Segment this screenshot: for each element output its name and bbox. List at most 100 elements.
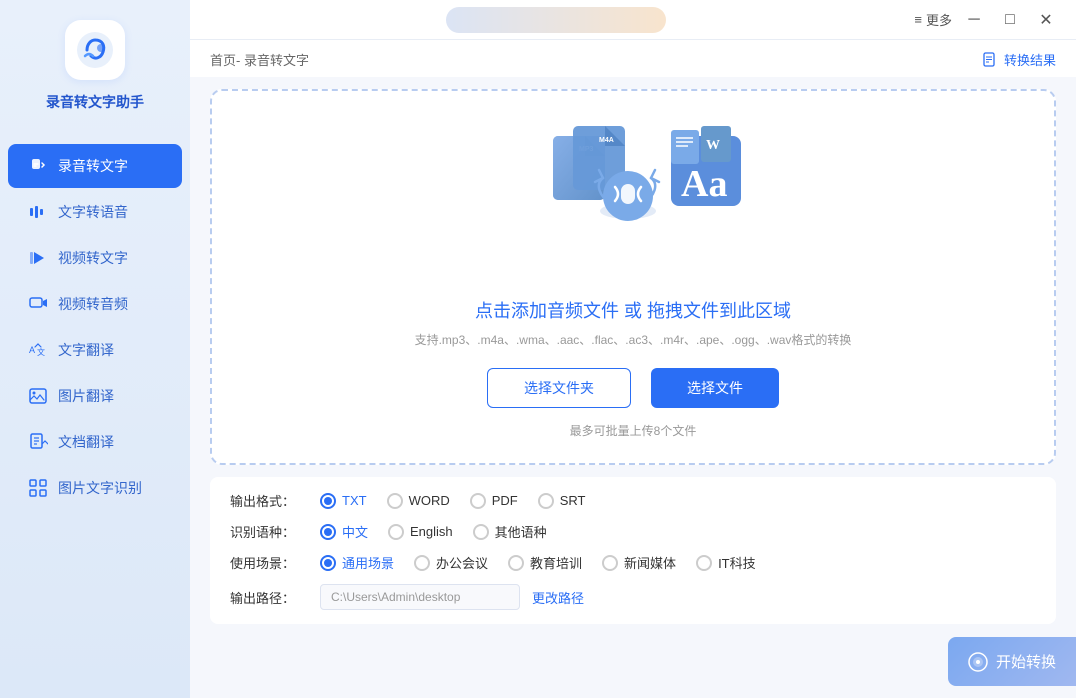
promo-area (206, 7, 906, 33)
format-txt-radio[interactable] (320, 493, 336, 509)
svg-text:A: A (29, 345, 35, 355)
breadcrumb-row: 首页- 录音转文字 转换结果 (190, 40, 1076, 77)
change-path-link[interactable]: 更改路径 (532, 588, 584, 607)
settings-panel: 输出格式： TXT WORD PDF (210, 477, 1056, 624)
text-translate-icon: A 文 (28, 340, 48, 360)
scene-meeting[interactable]: 办公会议 (414, 553, 488, 572)
sidebar-label-doc-translate: 文档翻译 (58, 432, 114, 452)
image-ocr-icon (28, 478, 48, 498)
language-row: 识别语种： 中文 English 其他语种 (230, 522, 1036, 541)
drop-zone-subtitle: 支持.mp3、.m4a、.wma、.aac、.flac、.ac3、.m4r、.a… (415, 331, 852, 348)
audio-to-text-icon (28, 156, 48, 176)
scene-it-radio[interactable] (696, 555, 712, 571)
output-path-label: 输出路径： (230, 588, 300, 607)
start-icon (968, 652, 988, 672)
image-translate-icon (28, 386, 48, 406)
close-button[interactable]: ✕ (1032, 6, 1060, 34)
breadcrumb: 首页- 录音转文字 (210, 50, 309, 69)
output-path-row: 输出路径： 更改路径 (230, 584, 1036, 610)
sidebar-nav: 录音转文字 文字转语音 视频转文字 (0, 142, 190, 512)
sidebar-item-text-translate[interactable]: A 文 文字翻译 (8, 328, 182, 372)
scene-news-radio[interactable] (602, 555, 618, 571)
video-to-audio-icon (28, 294, 48, 314)
lang-other[interactable]: 其他语种 (473, 522, 547, 541)
sidebar-label-video-to-text: 视频转文字 (58, 248, 128, 268)
path-row: 更改路径 (320, 584, 584, 610)
menu-icon: ≡ (914, 12, 922, 27)
sidebar-label-text-to-audio: 文字转语音 (58, 202, 128, 222)
lang-en[interactable]: English (388, 524, 453, 540)
sidebar-item-video-to-text[interactable]: 视频转文字 (8, 236, 182, 280)
format-pdf[interactable]: PDF (470, 493, 518, 509)
scene-it-label: IT科技 (718, 553, 756, 572)
path-input[interactable] (320, 584, 520, 610)
lang-zh[interactable]: 中文 (320, 522, 368, 541)
svg-text:文: 文 (37, 347, 45, 357)
format-pdf-label: PDF (492, 493, 518, 508)
drop-zone[interactable]: MP3 M4A (210, 89, 1056, 465)
drop-zone-buttons: 选择文件夹 选择文件 (487, 368, 779, 408)
language-group: 中文 English 其他语种 (320, 522, 547, 541)
lang-zh-radio[interactable] (320, 524, 336, 540)
video-to-text-icon (28, 248, 48, 268)
sidebar-label-image-translate: 图片翻译 (58, 386, 114, 406)
output-format-label: 输出格式： (230, 491, 300, 510)
scene-meeting-label: 办公会议 (436, 553, 488, 572)
drop-zone-title: 点击添加音频文件 或 拖拽文件到此区域 (475, 297, 791, 323)
sidebar-label-audio-to-text: 录音转文字 (58, 156, 128, 176)
select-file-button[interactable]: 选择文件 (651, 368, 779, 408)
scene-it[interactable]: IT科技 (696, 553, 756, 572)
more-button[interactable]: ≡ 更多 (914, 10, 952, 29)
scene-row: 使用场景： 通用场景 办公会议 教育培训 (230, 553, 1036, 572)
format-srt-label: SRT (560, 493, 586, 508)
start-btn-wrapper: 开始转换 (948, 637, 1076, 686)
svg-text:M4A: M4A (599, 137, 614, 144)
scene-education-radio[interactable] (508, 555, 524, 571)
sidebar: 录音转文字助手 录音转文字 文字转语音 (0, 0, 190, 698)
sidebar-label-text-translate: 文字翻译 (58, 340, 114, 360)
main-area: ≡ 更多 ─ □ ✕ 首页- 录音转文字 转换结果 (190, 0, 1076, 698)
sidebar-item-doc-translate[interactable]: 文档翻译 (8, 420, 182, 464)
sidebar-item-text-to-audio[interactable]: 文字转语音 (8, 190, 182, 234)
lang-en-label: English (410, 524, 453, 539)
output-format-group: TXT WORD PDF SRT (320, 493, 586, 509)
format-word-radio[interactable] (387, 493, 403, 509)
sidebar-item-audio-to-text[interactable]: 录音转文字 (8, 144, 182, 188)
format-pdf-radio[interactable] (470, 493, 486, 509)
scene-general-radio[interactable] (320, 555, 336, 571)
sidebar-item-image-translate[interactable]: 图片翻译 (8, 374, 182, 418)
lang-other-radio[interactable] (473, 524, 489, 540)
scene-education-label: 教育培训 (530, 553, 582, 572)
scene-general[interactable]: 通用场景 (320, 553, 394, 572)
format-txt-label: TXT (342, 493, 367, 508)
lang-zh-label: 中文 (342, 522, 368, 541)
sidebar-item-image-ocr[interactable]: 图片文字识别 (8, 466, 182, 510)
doc-translate-icon (28, 432, 48, 452)
start-convert-button[interactable]: 开始转换 (948, 637, 1076, 686)
titlebar: ≡ 更多 ─ □ ✕ (190, 0, 1076, 40)
sidebar-item-video-to-audio[interactable]: 视频转音频 (8, 282, 182, 326)
start-label: 开始转换 (996, 651, 1056, 672)
format-srt[interactable]: SRT (538, 493, 586, 509)
scene-news[interactable]: 新闻媒体 (602, 553, 676, 572)
scene-group: 通用场景 办公会议 教育培训 新闻媒体 (320, 553, 756, 572)
more-label: 更多 (926, 10, 952, 29)
text-to-audio-icon (28, 202, 48, 222)
scene-education[interactable]: 教育培训 (508, 553, 582, 572)
lang-en-radio[interactable] (388, 524, 404, 540)
app-logo (65, 20, 125, 80)
convert-result-label: 转换结果 (1004, 50, 1056, 69)
scene-meeting-radio[interactable] (414, 555, 430, 571)
minimize-button[interactable]: ─ (960, 6, 988, 34)
scene-label: 使用场景： (230, 553, 300, 572)
app-name: 录音转文字助手 (46, 92, 144, 112)
format-txt[interactable]: TXT (320, 493, 367, 509)
scene-general-label: 通用场景 (342, 553, 394, 572)
result-icon (982, 52, 998, 68)
format-word[interactable]: WORD (387, 493, 450, 509)
maximize-button[interactable]: □ (996, 6, 1024, 34)
promo-bar (446, 7, 666, 33)
format-srt-radio[interactable] (538, 493, 554, 509)
convert-result-link[interactable]: 转换结果 (982, 50, 1056, 69)
select-folder-button[interactable]: 选择文件夹 (487, 368, 631, 408)
